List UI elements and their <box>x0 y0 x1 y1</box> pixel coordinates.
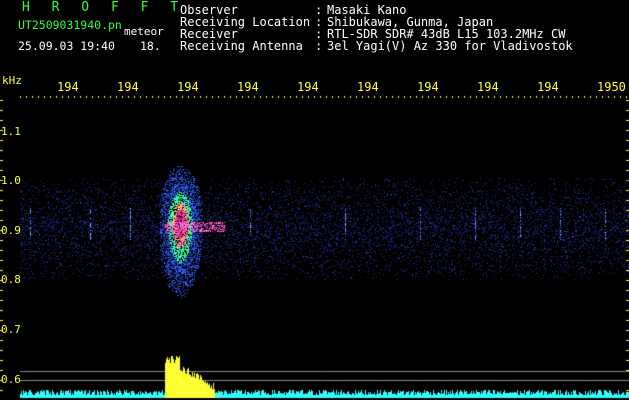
app-title: H R O F F T <box>22 0 186 15</box>
x-tick-label: 194 <box>57 80 79 94</box>
y-tick-label: 0.7 <box>1 323 21 336</box>
y-tick-label: 0.6 <box>1 373 21 386</box>
y-tick-label: 0.8 <box>1 273 21 286</box>
x-tick-label: 194 <box>117 80 139 94</box>
info-value-antenna: 3el Yagi(V) Az 330 for Vladivostok <box>327 39 573 53</box>
spectrogram-canvas <box>0 0 629 400</box>
y-axis-unit: kHz <box>2 74 22 87</box>
x-tick-label: 194 <box>477 80 499 94</box>
info-colon: : <box>315 39 323 53</box>
type-label: meteor <box>124 25 164 38</box>
x-tick-label: 194 <box>177 80 199 94</box>
date-time: 25.09.03 19:40 <box>18 39 115 53</box>
y-tick-label: 1.1 <box>1 125 21 138</box>
file-name: UT2509031940.pn <box>18 18 122 32</box>
x-tick-label: 194 <box>237 80 259 94</box>
x-tick-label: 1950 <box>597 80 626 94</box>
info-label-antenna: Receiving Antenna <box>180 39 303 53</box>
x-tick-label: 194 <box>357 80 379 94</box>
y-tick-label: 1.0 <box>1 174 21 187</box>
x-tick-label: 194 <box>297 80 319 94</box>
x-tick-label: 194 <box>417 80 439 94</box>
x-tick-label: 194 <box>537 80 559 94</box>
y-tick-label: 0.9 <box>1 224 21 237</box>
meteor-count: 18. <box>140 39 161 53</box>
